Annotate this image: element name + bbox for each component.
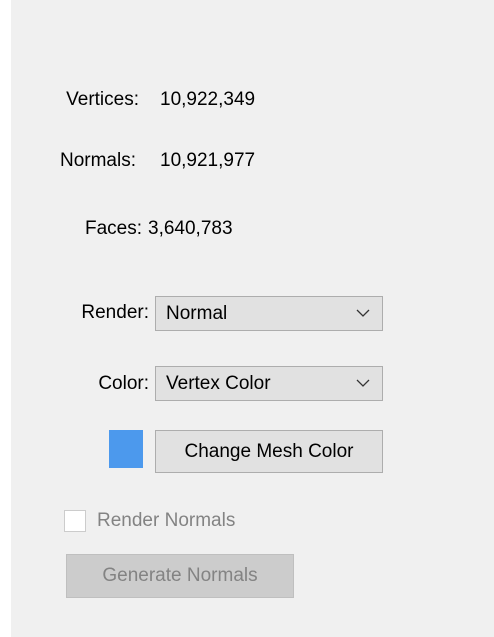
mesh-info-panel: Vertices: 10,922,349 Normals: 10,921,977…: [11, 0, 494, 637]
change-mesh-color-button[interactable]: Change Mesh Color: [155, 430, 383, 473]
color-label: Color:: [98, 373, 149, 394]
generate-normals-button[interactable]: Generate Normals: [66, 554, 294, 598]
chevron-down-icon: [356, 379, 370, 387]
color-dropdown-value: Vertex Color: [166, 373, 271, 394]
render-normals-checkbox[interactable]: [64, 510, 86, 532]
faces-label: Faces:: [84, 218, 142, 239]
faces-value: 3,640,783: [148, 218, 233, 239]
render-dropdown[interactable]: Normal: [155, 296, 383, 331]
vertices-value: 10,922,349: [160, 89, 256, 110]
chevron-down-icon: [356, 309, 370, 317]
normals-value: 10,921,977: [160, 150, 256, 171]
render-label: Render:: [81, 302, 149, 323]
render-normals-label: Render Normals: [97, 510, 236, 531]
color-dropdown[interactable]: Vertex Color: [155, 366, 383, 401]
normals-label: Normals:: [59, 150, 136, 171]
vertices-label: Vertices:: [66, 89, 139, 110]
render-dropdown-value: Normal: [166, 303, 228, 324]
mesh-color-swatch: [109, 430, 143, 468]
